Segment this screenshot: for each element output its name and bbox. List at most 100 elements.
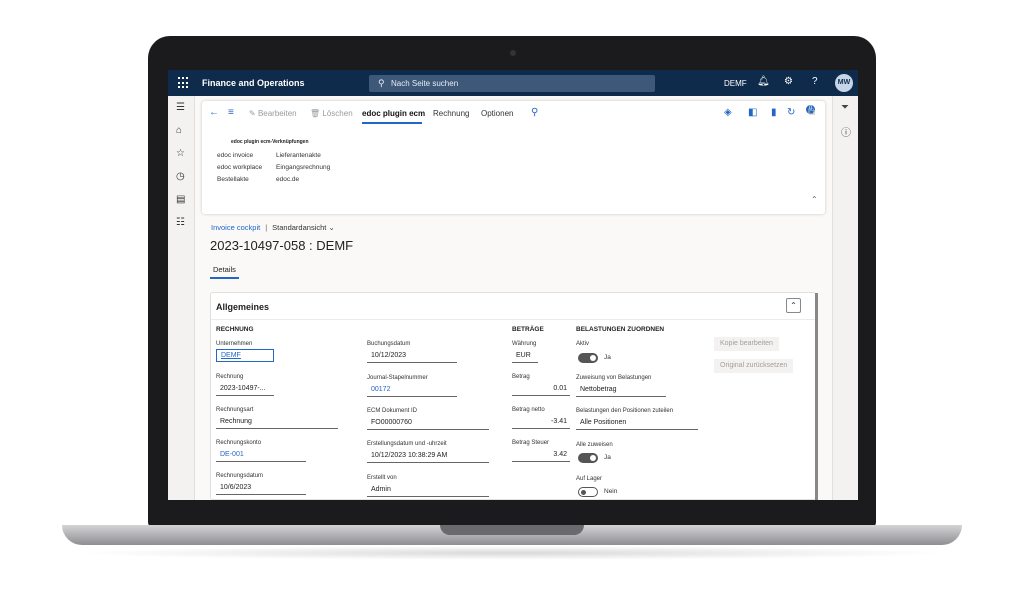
rechnung-field[interactable]: 2023-10497-... [216, 384, 274, 396]
betrag-steuer-field[interactable]: 3.42 [512, 450, 570, 462]
rechnungsart-field[interactable]: Rechnung [216, 417, 338, 429]
betrag-netto-field[interactable]: -3.41 [512, 417, 570, 429]
group-title: edoc plugin ecm-Verknüpfungen [231, 139, 309, 145]
chevron-up-icon[interactable]: ⌃ [786, 298, 801, 313]
link-edoc-de[interactable]: edoc.de [276, 176, 299, 183]
view-selector[interactable]: Standardansicht [272, 223, 326, 232]
chevron-up-icon[interactable]: ⌃ [811, 195, 818, 204]
right-bar: ⏷ ⓘ [832, 96, 858, 500]
tab-rechnung[interactable]: Rechnung [433, 109, 469, 118]
label-journal: Journal-Stapelnummer [367, 375, 428, 381]
top-bar: Finance and Operations ⚲ Nach Seite such… [168, 70, 858, 96]
label-rechnungskonto: Rechnungskonto [216, 440, 262, 446]
label-erstellt-von: Erstellt von [367, 475, 397, 481]
buchungsdatum-field[interactable]: 10/12/2023 [367, 351, 457, 363]
gear-icon[interactable]: ⚙ [784, 76, 793, 87]
attachment-icon[interactable]: ▮ [771, 107, 777, 118]
help-icon[interactable]: ? [812, 76, 818, 87]
camera [510, 50, 516, 56]
label-ecm: ECM Dokument ID [367, 408, 418, 414]
link-bestellakte[interactable]: Bestellakte [217, 176, 249, 183]
link-eingangsrechnung[interactable]: Eingangsrechnung [276, 164, 330, 171]
active-tab-indicator [362, 122, 422, 124]
info-icon[interactable]: ⓘ [841, 124, 851, 139]
home-icon[interactable]: ⌂ [176, 125, 182, 136]
company-picker[interactable]: DEMF [724, 79, 747, 88]
positionen-field[interactable]: Alle Positionen [576, 418, 698, 430]
fasttab-title[interactable]: Allgemeines [216, 302, 269, 312]
waehrung-field[interactable]: EUR [512, 351, 538, 363]
label-positionen: Belastungen den Positionen zuteilen [576, 408, 674, 414]
hamburger-icon[interactable]: ☰ [176, 102, 185, 113]
section-betraege: BETRÄGE [512, 326, 544, 333]
search-input[interactable]: ⚲ Nach Seite suchen [369, 75, 655, 92]
kopie-bearbeiten-button[interactable]: Kopie bearbeiten [714, 337, 779, 351]
app-title[interactable]: Finance and Operations [202, 78, 305, 88]
search-icon: ⚲ [378, 78, 385, 88]
link-edoc-workplace[interactable]: edoc workplace [217, 164, 262, 171]
workspace-icon[interactable]: ▤ [176, 194, 185, 205]
chevron-down-icon[interactable]: ⌄ [328, 223, 334, 232]
section-belastungen: BELASTUNGEN ZUORDNEN [576, 326, 665, 333]
label-erstellung: Erstellungsdatum und -uhrzeit [367, 441, 447, 447]
avatar[interactable]: MW [835, 74, 853, 92]
delete-button[interactable]: 🗑︎ Löschen [310, 109, 353, 118]
action-pane: ← ≡ ✎ Bearbeiten 🗑︎ Löschen edoc plugin … [202, 101, 825, 214]
label-betrag: Betrag [512, 374, 530, 380]
office-icon[interactable]: ◧ [748, 107, 757, 118]
breadcrumb-separator: | [265, 223, 268, 232]
label-auf-lager: Auf Lager [576, 476, 603, 482]
tab-optionen[interactable]: Optionen [481, 109, 513, 118]
clock-icon[interactable]: ◷ [176, 171, 185, 182]
label-rechnung: Rechnung [216, 374, 244, 380]
alle-zuweisen-toggle[interactable] [578, 453, 598, 463]
search-placeholder: Nach Seite suchen [391, 79, 459, 88]
alle-zuweisen-value: Ja [604, 454, 611, 461]
rechnungsdatum-field[interactable]: 10/6/2023 [216, 483, 306, 495]
left-nav: ☰ ⌂ ☆ ◷ ▤ ☷ [168, 96, 195, 500]
label-aktiv: Aktiv [576, 341, 590, 347]
refresh-icon[interactable]: ↻ [787, 107, 795, 118]
auf-lager-toggle[interactable] [578, 487, 598, 497]
breadcrumb-link[interactable]: Invoice cockpit [211, 223, 260, 232]
section-rechnung: RECHNUNG [216, 326, 254, 333]
ecm-field[interactable]: FO00000760 [367, 418, 489, 430]
betrag-field[interactable]: 0.01 [512, 384, 570, 396]
tab-details[interactable]: Details [213, 265, 236, 274]
back-arrow-icon[interactable]: ← [209, 107, 219, 118]
app-launcher-icon[interactable] [178, 77, 190, 89]
scrollbar[interactable] [815, 293, 818, 500]
delete-label: Löschen [322, 109, 353, 118]
aktiv-toggle[interactable] [578, 353, 598, 363]
label-rechnungsart: Rechnungsart [216, 407, 254, 413]
journal-field[interactable]: 00172 [367, 385, 457, 397]
link-lieferantenakte[interactable]: Lieferantenakte [276, 152, 321, 159]
page-title: 2023-10497-058 : DEMF [210, 238, 354, 253]
edit-button[interactable]: ✎ Bearbeiten [249, 109, 297, 118]
filter-icon[interactable]: ⏷ [841, 102, 849, 113]
menu-lines-icon[interactable]: ≡ [228, 107, 234, 118]
edit-label: Bearbeiten [257, 109, 297, 118]
search-icon[interactable]: ⚲ [531, 107, 538, 118]
erstellung-field[interactable]: 10/12/2023 10:38:29 AM [367, 451, 489, 463]
rechnungskonto-field[interactable]: DE-001 [216, 450, 306, 462]
screen: Finance and Operations ⚲ Nach Seite such… [168, 70, 858, 500]
unternehmen-field[interactable]: DEMF [216, 349, 274, 362]
aktiv-value: Ja [604, 354, 611, 361]
tab-edoc-plugin-ecm[interactable]: edoc plugin ecm [362, 109, 425, 118]
label-alle-zuweisen: Alle zuweisen [576, 442, 613, 448]
auf-lager-value: Nein [604, 488, 618, 495]
zuweisung-field[interactable]: Nettobetrag [576, 385, 666, 397]
star-icon[interactable]: ☆ [176, 148, 185, 159]
label-buchungsdatum: Buchungsdatum [367, 341, 411, 347]
modules-icon[interactable]: ☷ [176, 217, 185, 228]
link-edoc-invoice[interactable]: edoc invoice [217, 152, 253, 159]
diamond-icon[interactable]: ◈ [724, 107, 732, 118]
bell-icon[interactable]: 🔔︎ [757, 76, 770, 87]
original-zuruecksetzen-button[interactable]: Original zurücksetzen [714, 359, 794, 373]
fasttab-allgemeines: Allgemeines ⌃ RECHNUNG Unternehmen DEMF … [210, 292, 818, 500]
erstellt-von-field[interactable]: Admin [367, 485, 489, 497]
laptop-notch [440, 525, 584, 535]
popout-icon[interactable]: ⧉ [808, 107, 815, 118]
divider [211, 319, 815, 320]
